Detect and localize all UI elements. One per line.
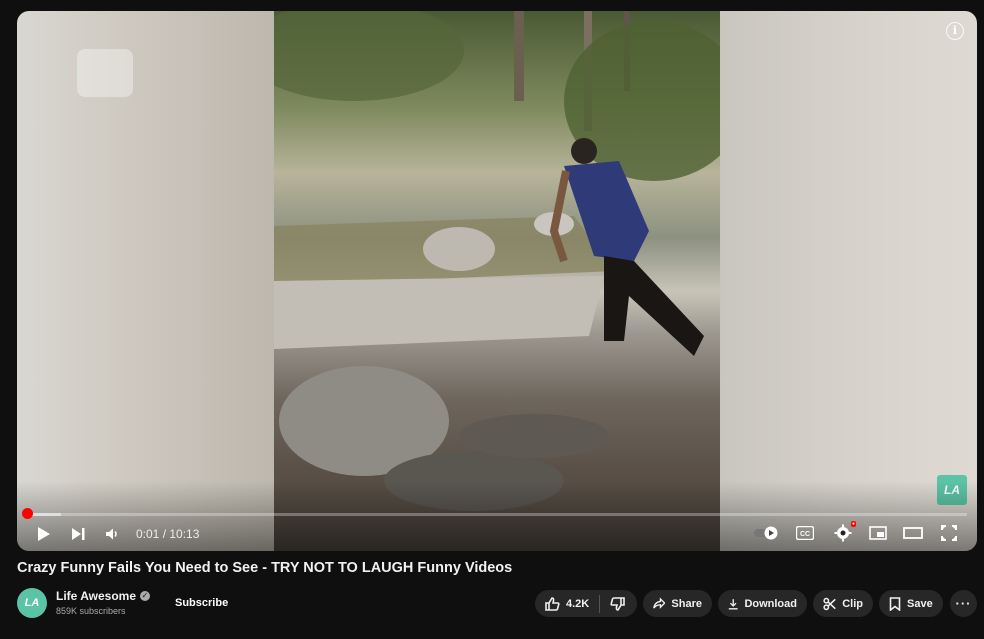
subscribe-button[interactable]: Subscribe <box>163 589 241 617</box>
dislike-button[interactable] <box>600 596 635 611</box>
next-icon[interactable] <box>68 524 88 544</box>
blurred-backdrop-right <box>720 11 977 551</box>
miniplayer-icon[interactable] <box>868 524 888 542</box>
settings-gear-icon[interactable]: ● <box>832 521 856 543</box>
like-dislike-group: 4.2K <box>535 590 637 617</box>
subscriber-count: 859K subscribers <box>56 606 126 616</box>
save-button[interactable]: Save <box>879 590 943 617</box>
blurred-backdrop-left <box>17 11 274 551</box>
hd-badge-icon: ● <box>850 521 856 527</box>
download-icon <box>728 598 738 609</box>
video-player[interactable]: i LA 0:01 / 10:13 CC <box>17 11 977 551</box>
avatar[interactable]: LA <box>17 588 47 618</box>
like-button[interactable]: 4.2K <box>535 596 599 611</box>
thumbs-up-icon <box>545 596 560 611</box>
share-label: Share <box>671 597 702 610</box>
theater-mode-icon[interactable] <box>902 524 924 542</box>
avatar-label: LA <box>24 597 40 609</box>
captions-icon[interactable]: CC <box>795 524 815 542</box>
channel-name[interactable]: Life Awesome <box>56 589 136 603</box>
thumbs-down-icon <box>610 596 626 611</box>
fullscreen-icon[interactable] <box>939 524 959 542</box>
channel-name-group[interactable]: Life Awesome ✓ <box>56 589 151 603</box>
download-label: Download <box>744 597 797 610</box>
bookmark-icon <box>889 596 901 611</box>
svg-text:CC: CC <box>800 531 810 538</box>
channel-row: LA Life Awesome ✓ 859K subscribers Subsc… <box>17 587 977 623</box>
download-button[interactable]: Download <box>718 590 807 617</box>
scrubber-handle[interactable] <box>22 508 33 519</box>
scissors-icon <box>823 597 836 610</box>
clip-button[interactable]: Clip <box>813 590 873 617</box>
share-button[interactable]: Share <box>643 590 712 617</box>
video-frame[interactable] <box>274 11 720 551</box>
more-actions-button[interactable]: ··· <box>950 590 977 617</box>
more-icon: ··· <box>955 595 972 611</box>
clip-label: Clip <box>842 597 863 610</box>
video-title: Crazy Funny Fails You Need to See - TRY … <box>17 560 513 576</box>
video-details: Crazy Funny Fails You Need to See - TRY … <box>17 560 977 618</box>
volume-icon[interactable] <box>102 524 122 544</box>
progress-bar[interactable] <box>28 513 967 516</box>
save-label: Save <box>907 597 933 610</box>
play-icon[interactable] <box>34 524 54 544</box>
like-count: 4.2K <box>566 597 590 610</box>
verified-check-icon: ✓ <box>140 591 151 601</box>
share-icon <box>653 597 666 609</box>
video-scene <box>274 11 720 511</box>
autoplay-toggle[interactable] <box>753 525 781 541</box>
info-icon[interactable]: i <box>946 22 964 40</box>
blurred-logo <box>77 49 133 97</box>
time-display: 0:01 / 10:13 <box>136 527 200 541</box>
